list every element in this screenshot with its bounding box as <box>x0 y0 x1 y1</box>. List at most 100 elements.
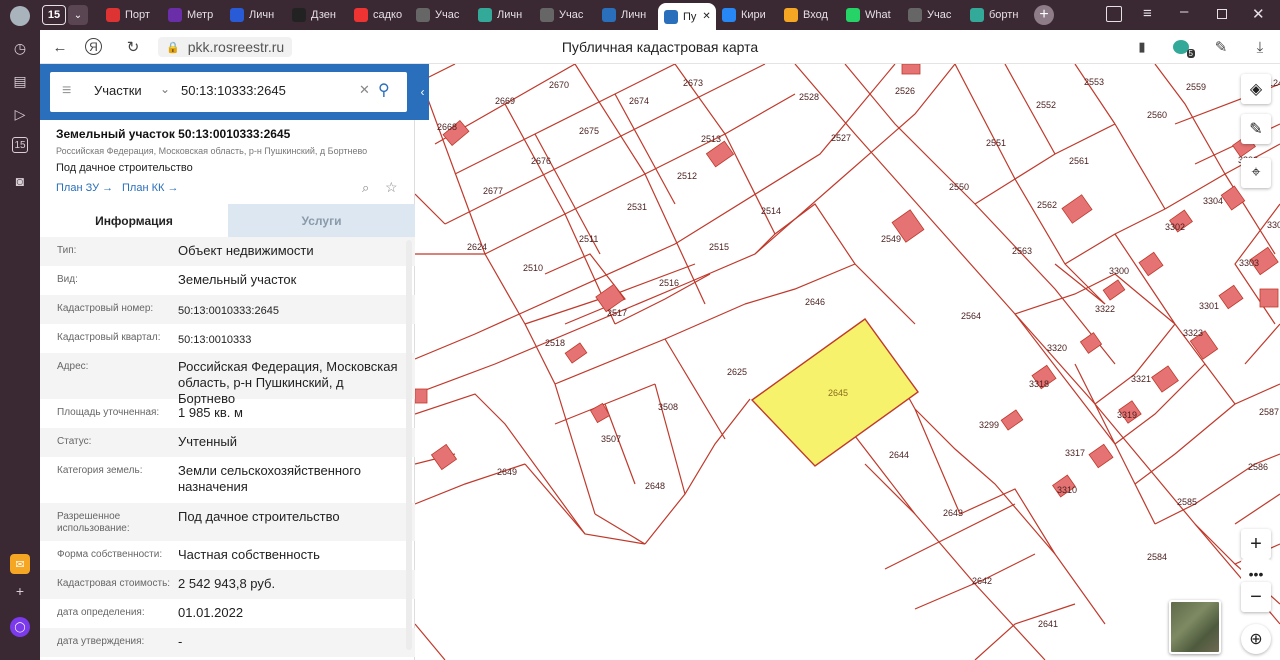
tab-label: Личн <box>497 9 523 21</box>
parcel-number-label: 3321 <box>1131 374 1151 384</box>
tab-favicon-icon <box>970 8 984 22</box>
parcel-number-label: 3302 <box>1165 222 1185 232</box>
info-row: Категория земель: Земли сельскохозяйствен… <box>40 457 415 503</box>
browser-tab[interactable]: Пу ✕ <box>658 3 716 30</box>
download-icon[interactable]: ⤓ <box>1249 36 1271 58</box>
parcel-purpose: Под дачное строительство <box>56 162 193 174</box>
tab-label: Личн <box>621 9 647 21</box>
new-tab-button[interactable]: + <box>1034 5 1054 25</box>
cadastral-map[interactable]: 2668 2669 2670 2674 2673 2528 2526 2552 2553 2559… <box>415 64 1280 660</box>
plan-zu-link[interactable]: План ЗУ → <box>56 182 113 194</box>
info-row: Кадастровый номер: 50:13:0010333:2645 <box>40 295 415 324</box>
screenshot-icon[interactable]: ◙ <box>10 171 30 191</box>
browser-tab[interactable]: садко <box>354 3 410 27</box>
browser-tab[interactable]: Дзен <box>292 3 348 27</box>
search-input[interactable]: 50:13:10333:2645 <box>181 83 286 98</box>
satellite-basemap-thumbnail[interactable] <box>1169 600 1221 654</box>
info-value: Земельный участок <box>178 272 297 287</box>
close-tab-icon[interactable]: ✕ <box>702 11 710 22</box>
parcel-number-label: 3319 <box>1117 410 1137 420</box>
collapse-panel-button[interactable]: ‹ <box>416 64 429 120</box>
info-value: Под дачное строительство <box>178 509 340 524</box>
search-box: ≡ Участки ⌄ 50:13:10333:2645 ✕ ⚲ <box>50 72 407 112</box>
tab-list-dropdown[interactable]: ⌄ <box>68 5 88 25</box>
cadastral-link[interactable]: 50:13:0010333:2645 <box>178 303 403 319</box>
browser-tab[interactable]: бортн <box>970 3 1026 27</box>
browser-tab[interactable]: Личн <box>602 3 658 27</box>
info-key: Форма собственности: <box>57 549 163 560</box>
plan-zu-label: План ЗУ <box>56 182 100 194</box>
zoom-out-button[interactable]: − <box>1241 582 1271 612</box>
browser-tab[interactable]: Учас <box>540 3 596 27</box>
info-row: дата определения: 01.01.2022 <box>40 599 415 628</box>
search-icon[interactable]: ⚲ <box>378 80 390 100</box>
search-type-select[interactable]: Участки <box>94 83 142 98</box>
parcel-number-label: 2550 <box>949 182 969 192</box>
menu-icon[interactable]: ≡ <box>1143 5 1152 22</box>
browser-tab[interactable]: Учас <box>908 3 964 27</box>
browser-tab[interactable]: Порт <box>106 3 162 27</box>
locate-button[interactable]: ⌖ <box>1241 158 1271 188</box>
tab-favicon-icon <box>664 9 678 24</box>
tab-label: Вход <box>803 9 828 21</box>
cadastral-link[interactable]: 50:13:0010333 <box>178 332 403 348</box>
info-value: Земли сельскохозяйственного назначения <box>178 463 361 494</box>
info-panel: ≡ Участки ⌄ 50:13:10333:2645 ✕ ⚲ ‹ Земел… <box>40 64 429 660</box>
tab-counter-button[interactable]: 15 <box>42 5 66 25</box>
chat-icon[interactable]: ✎ <box>1210 36 1232 58</box>
tab-services[interactable]: Услуги <box>228 204 415 237</box>
zoom-in-button[interactable]: + <box>1241 529 1271 559</box>
assistant-icon[interactable]: ◯ <box>10 617 30 637</box>
parcel-number-label: 2649 <box>497 467 517 477</box>
profile-avatar[interactable] <box>10 6 30 26</box>
layers-button[interactable]: ◈ <box>1241 74 1271 104</box>
calendar-icon[interactable]: 15 <box>12 137 28 153</box>
browser-tab[interactable]: Вход <box>784 3 840 27</box>
panel-scrollbar[interactable] <box>406 240 412 650</box>
close-window-icon[interactable]: ✕ <box>1252 5 1265 23</box>
parcel-title: Земельный участок 50:13:0010333:2645 <box>56 127 291 141</box>
browser-tab[interactable]: Личн <box>478 3 534 27</box>
page-title: Публичная кадастровая карта <box>561 39 759 55</box>
info-key: Кадастровый номер: <box>57 303 154 314</box>
history-icon[interactable]: ◷ <box>10 38 30 58</box>
parcel-number-label: 2562 <box>1037 200 1057 210</box>
chevron-down-icon[interactable]: ⌄ <box>160 82 170 96</box>
arrow-right-icon: → <box>102 182 114 194</box>
minimize-icon[interactable]: – <box>1180 3 1188 20</box>
browser-tab[interactable]: What <box>846 3 902 27</box>
menu-hamburger-icon[interactable]: ≡ <box>62 82 71 100</box>
tab-information[interactable]: Информация <box>40 204 228 237</box>
measure-ruler-button[interactable]: ✎ <box>1241 114 1271 144</box>
clear-search-icon[interactable]: ✕ <box>359 82 370 98</box>
zoom-to-parcel-icon[interactable]: ⌕ <box>362 180 369 196</box>
browser-tab[interactable]: Личн <box>230 3 286 27</box>
parcel-number-label: 2625 <box>727 367 747 377</box>
video-icon[interactable]: ▷ <box>10 104 30 124</box>
parcel-number-label: 2676 <box>531 156 551 166</box>
tab-favicon-icon <box>722 8 736 22</box>
bookmark-icon[interactable]: ▮ <box>1131 36 1153 58</box>
bookmarks-icon[interactable]: ▤ <box>10 71 30 91</box>
restore-icon[interactable] <box>1217 9 1227 19</box>
mail-app-icon[interactable]: ✉ <box>10 554 30 574</box>
plan-kk-link[interactable]: План КК → <box>122 182 178 194</box>
tab-favicon-icon <box>478 8 492 22</box>
parcel-number-label: 3318 <box>1029 379 1049 389</box>
tab-favicon-icon <box>784 8 798 22</box>
browser-tab[interactable]: Учас <box>416 3 472 27</box>
parcel-number-label: 2584 <box>1147 552 1167 562</box>
add-sidebar-icon[interactable]: + <box>10 581 30 601</box>
favorite-star-icon[interactable]: ☆ <box>385 179 398 196</box>
browser-tab[interactable]: Метр <box>168 3 224 27</box>
downloads-badge-icon[interactable]: 5 <box>1170 36 1195 58</box>
browser-tab[interactable]: Кири <box>722 3 778 27</box>
parcel-number-label: 2673 <box>683 78 703 88</box>
tab-favicon-icon <box>292 8 306 22</box>
collections-icon[interactable] <box>1106 6 1122 22</box>
parcel-number-label: 3300 <box>1109 266 1129 276</box>
parcel-layer[interactable]: 2668 2669 2670 2674 2673 2528 2526 2552 2553 2559… <box>415 64 1280 660</box>
compass-button[interactable]: ⊕ <box>1241 624 1271 654</box>
tab-information-label: Информация <box>95 213 173 228</box>
parcel-number-label: 2531 <box>627 202 647 212</box>
